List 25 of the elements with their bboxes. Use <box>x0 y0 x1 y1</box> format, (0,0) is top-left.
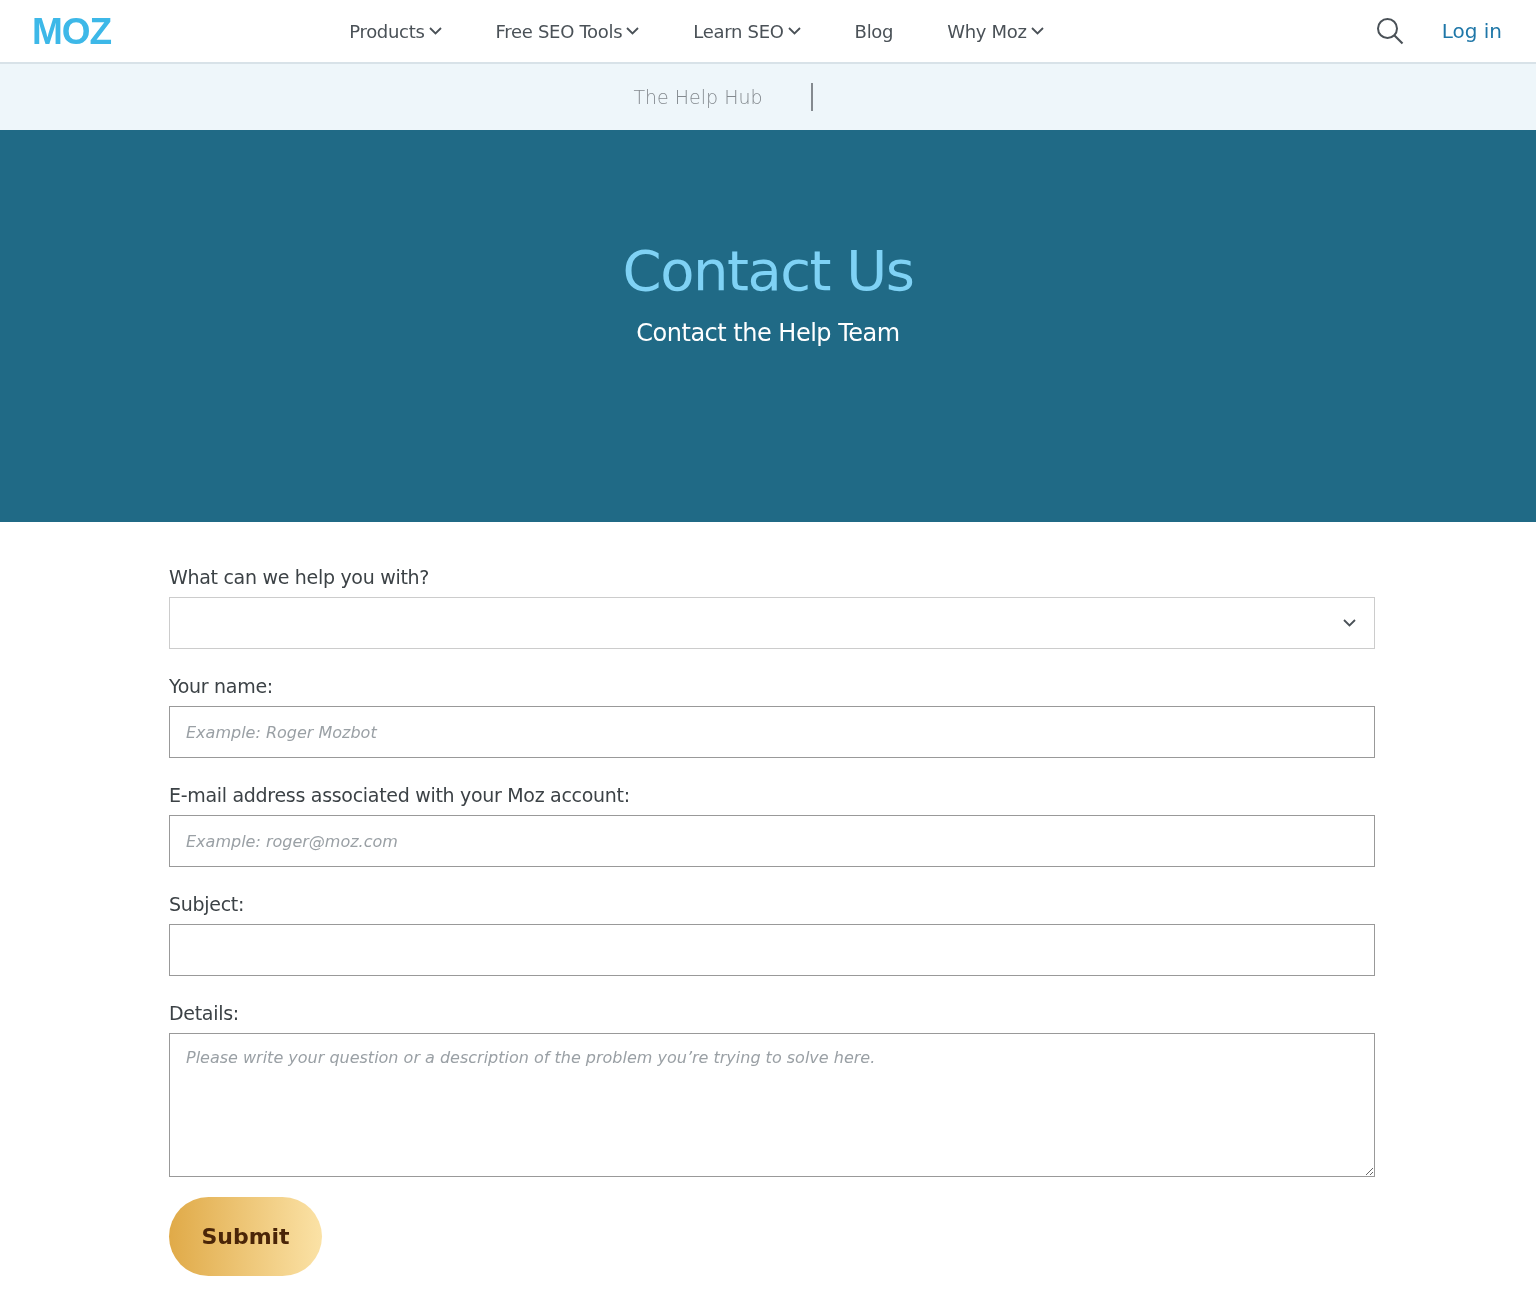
input-field[interactable] <box>169 924 1375 976</box>
nav-link[interactable]: Blog <box>854 20 894 42</box>
chevron-down-icon <box>428 27 442 35</box>
login-link[interactable]: Log in <box>1441 19 1502 43</box>
field-label: Your name: <box>169 675 274 697</box>
field-label: Details: <box>169 1002 240 1024</box>
field-label: What can we help you with? <box>169 566 431 588</box>
page-title: Contact Us <box>622 237 914 305</box>
chevron-down-icon <box>787 27 801 35</box>
page-subtitle: Contact the Help Team <box>636 319 900 347</box>
input-field[interactable]: Example: roger@moz.com <box>169 815 1375 867</box>
chevron-down-icon <box>1030 27 1044 35</box>
field-label: Subject: <box>169 893 246 915</box>
submit-button[interactable]: Submit <box>169 1197 322 1276</box>
nav-link[interactable]: Why Moz <box>947 20 1044 42</box>
nav-link[interactable]: Learn SEO <box>693 20 801 42</box>
chevron-down-icon <box>1343 619 1356 627</box>
field-label: E-mail address associated with your Moz account: <box>169 784 631 806</box>
select-field[interactable] <box>169 597 1375 649</box>
chevron-down-icon <box>626 27 640 35</box>
search-icon[interactable] <box>1375 17 1404 45</box>
input-field[interactable]: Example: Roger Mozbot <box>169 706 1375 758</box>
nav-link[interactable]: Products <box>349 20 442 42</box>
textarea-field[interactable]: Please write your question or a description of the problem you’re trying to solve here. <box>169 1033 1375 1177</box>
nav-link[interactable]: Free SEO Tools <box>495 20 640 42</box>
